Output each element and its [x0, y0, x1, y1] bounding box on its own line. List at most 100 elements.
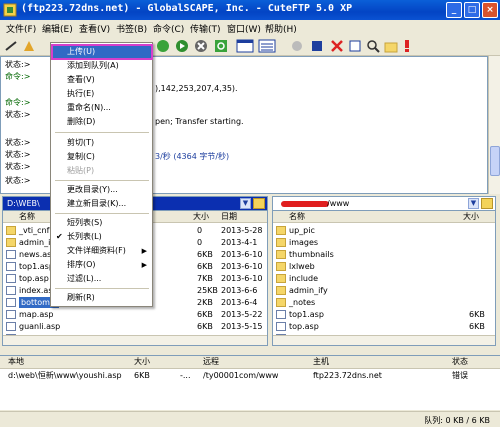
ctx-delete[interactable]: 删除(D) [53, 116, 151, 128]
queue-col-size[interactable]: 大小 [134, 356, 150, 368]
queue-header: 本地 大小 远程 主机 状态 [0, 356, 500, 369]
menu-commands[interactable]: 命令(C) [153, 22, 184, 35]
exclamation-icon[interactable] [400, 39, 414, 53]
scroll-thumb[interactable] [490, 146, 500, 176]
menu-window[interactable]: 窗口(W) [227, 22, 261, 35]
up-folder-icon[interactable] [481, 198, 493, 209]
col-name[interactable]: 名称 [289, 211, 305, 222]
queue-col-local[interactable]: 本地 [8, 356, 24, 368]
menu-bookmarks[interactable]: 书签(B) [116, 22, 147, 35]
remote-file-row[interactable]: _notes [273, 297, 495, 308]
file-icon [6, 250, 16, 259]
quick-connect-icon[interactable] [22, 39, 36, 53]
remote-hscroll[interactable] [273, 335, 495, 345]
ctx-view[interactable]: 查看(V) [53, 74, 151, 86]
folder-icon [6, 226, 16, 235]
ctx-separator [55, 213, 149, 214]
ctx-cut[interactable]: 剪切(T) [53, 137, 151, 149]
queue-row[interactable]: d:\web\恒新\www\youshi.asp 6KB -... /ty000… [0, 370, 500, 382]
remote-file-row[interactable]: include [273, 273, 495, 284]
minimize-button[interactable]: _ [446, 2, 462, 18]
file-icon [6, 274, 16, 283]
search-icon[interactable] [366, 39, 380, 53]
ctx-new-dir[interactable]: 建立新目录(K)... [53, 198, 151, 210]
reload-icon[interactable] [214, 39, 228, 53]
close-button[interactable]: × [482, 2, 498, 18]
view-list-icon[interactable] [258, 39, 276, 53]
chevron-down-icon[interactable]: ▼ [468, 198, 479, 209]
connect-icon[interactable] [4, 39, 18, 53]
site-manager-icon[interactable] [310, 39, 324, 53]
ctx-label: 刷新(R) [67, 293, 95, 302]
menu-help[interactable]: 帮助(H) [265, 22, 297, 35]
file-date: 2013-4-1 [221, 238, 258, 247]
new-folder-icon[interactable] [384, 39, 398, 53]
ctx-label: 执行(E) [67, 89, 95, 98]
remote-file-row[interactable]: top1.asp 6KB [273, 309, 495, 320]
log-line: 状态:> [5, 110, 31, 119]
ctx-filter[interactable]: 过滤(L)... [53, 273, 151, 285]
ctx-refresh[interactable]: 刷新(R) [53, 292, 151, 304]
remote-file-row[interactable]: up_pic [273, 225, 495, 236]
ctx-add-to-queue[interactable]: 添加到队列(A) [53, 60, 151, 72]
ctx-label: 排序(O) [67, 260, 96, 269]
folder-icon [276, 274, 286, 283]
chevron-down-icon[interactable]: ▼ [240, 198, 251, 209]
view-panel-icon[interactable] [236, 39, 254, 53]
queue-panel[interactable]: 本地 大小 远程 主机 状态 d:\web\恒新\www\youshi.asp … [0, 355, 500, 410]
file-date: 2013-6-10 [221, 250, 263, 259]
properties-icon[interactable] [348, 39, 362, 53]
local-file-row[interactable]: guanli.asp 6KB 2013-5-15 [3, 321, 267, 332]
ctx-short-list[interactable]: 短列表(S) [53, 217, 151, 229]
col-size[interactable]: 大小 [193, 211, 209, 222]
local-hscroll[interactable] [3, 335, 267, 345]
ctx-paste: 粘贴(P) [53, 165, 151, 177]
ctx-execute[interactable]: 执行(E) [53, 88, 151, 100]
refresh-green-icon[interactable] [156, 39, 170, 53]
col-date[interactable]: 日期 [221, 211, 237, 222]
remote-pane[interactable]: /www ▼ 名称 大小 up_picimages thumbnails lxlwe… [272, 196, 496, 346]
bookmark-icon[interactable] [290, 39, 304, 53]
ctx-upload[interactable]: 上传(U) [51, 44, 153, 60]
ctx-long-list[interactable]: ✔ 长列表(L) [53, 231, 151, 243]
log-line: ),142,253,207,4,35). [155, 84, 238, 93]
file-name: images [289, 238, 319, 247]
remote-file-row[interactable]: images [273, 237, 495, 248]
queue-col-host[interactable]: 主机 [313, 356, 329, 368]
file-name: _vti_cnf [19, 226, 50, 235]
folder-icon [276, 262, 286, 271]
col-size[interactable]: 大小 [463, 211, 479, 222]
submenu-arrow-icon: ▶ [141, 261, 147, 269]
queue-col-status[interactable]: 状态 [452, 356, 468, 368]
ctx-copy[interactable]: 复制(C) [53, 151, 151, 163]
log-scrollbar[interactable] [488, 56, 500, 194]
menu-file[interactable]: 文件(F) [6, 22, 36, 35]
local-file-row[interactable]: map.asp 6KB 2013-5-22 [3, 309, 267, 320]
remote-path[interactable]: /www ▼ [273, 197, 495, 211]
file-name: _notes [289, 298, 316, 307]
folder-icon [276, 286, 286, 295]
ctx-label: 重命名(N)... [67, 103, 111, 112]
file-size: 25KB [197, 286, 218, 295]
maximize-button[interactable]: □ [464, 2, 480, 18]
ctx-label: 查看(V) [67, 75, 95, 84]
next-icon[interactable] [175, 39, 189, 53]
menu-transfer[interactable]: 传输(T) [190, 22, 221, 35]
remote-file-row[interactable]: lxlweb [273, 261, 495, 272]
up-folder-icon[interactable] [253, 198, 265, 209]
file-name: include [289, 274, 318, 283]
col-name[interactable]: 名称 [19, 211, 35, 222]
queue-col-remote[interactable]: 远程 [203, 356, 219, 368]
menu-view[interactable]: 查看(V) [79, 22, 110, 35]
stop-icon[interactable] [194, 39, 208, 53]
remote-file-row[interactable]: admin_ify [273, 285, 495, 296]
ctx-change-dir[interactable]: 更改目录(Y)... [53, 184, 151, 196]
log-line: 状态:> [5, 176, 31, 185]
ctx-rename[interactable]: 重命名(N)... [53, 102, 151, 114]
menu-edit[interactable]: 编辑(E) [42, 22, 73, 35]
delete-icon[interactable] [330, 39, 344, 53]
ctx-file-details[interactable]: 文件详细资料(F) ▶ [53, 245, 151, 257]
remote-file-row[interactable]: thumbnails [273, 249, 495, 260]
remote-file-row[interactable]: top.asp 6KB [273, 321, 495, 332]
ctx-sort[interactable]: 排序(O) ▶ [53, 259, 151, 271]
